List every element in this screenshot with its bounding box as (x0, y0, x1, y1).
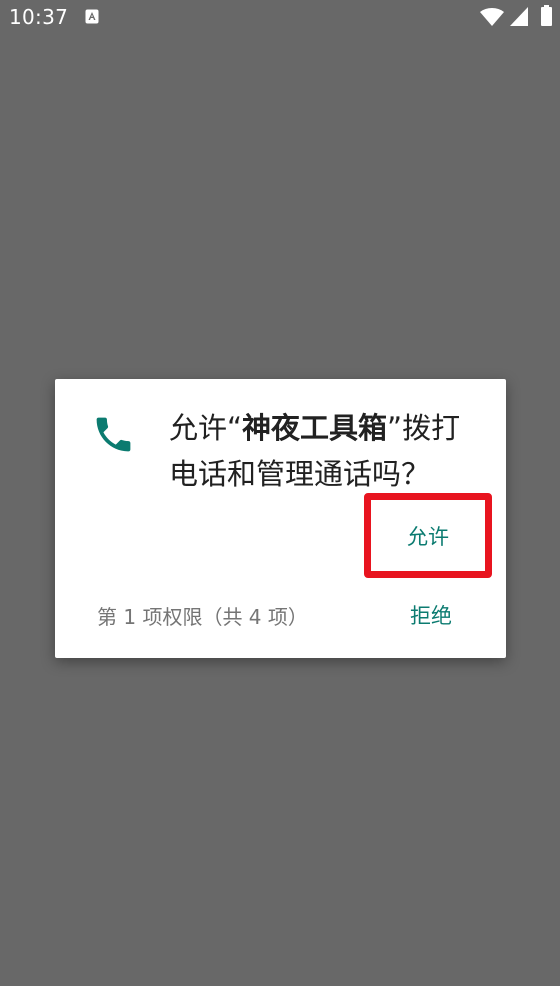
message-prefix: 允许“ (169, 411, 243, 445)
app-name: 神夜工具箱 (242, 411, 388, 445)
signal-icon (510, 7, 528, 26)
permission-dialog: 允许“神夜工具箱”拨打电话和管理通话吗？ 允许 第 1 项权限（共 4 项） 拒… (55, 379, 506, 658)
phone-icon (96, 417, 131, 452)
dialog-message: 允许“神夜工具箱”拨打电话和管理通话吗？ (169, 405, 489, 497)
status-bar: 10:37 (0, 0, 560, 34)
wifi-icon (480, 8, 504, 26)
battery-icon (541, 5, 552, 26)
permission-count: 第 1 项权限（共 4 项） (97, 605, 308, 629)
allow-button[interactable]: 允许 (364, 493, 492, 578)
allow-button-label: 允许 (407, 524, 449, 549)
status-time: 10:37 (9, 5, 69, 29)
deny-button[interactable]: 拒绝 (397, 595, 465, 635)
deny-button-label: 拒绝 (410, 604, 452, 628)
text-a-icon (85, 9, 99, 24)
